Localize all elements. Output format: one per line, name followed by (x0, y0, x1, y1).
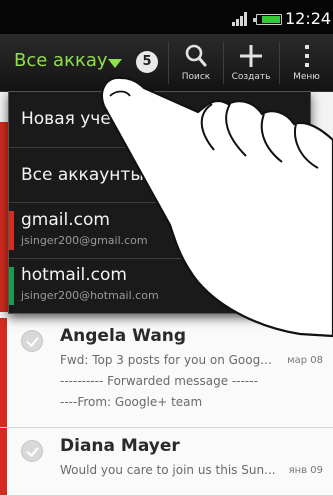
email-body-line: ---------- Forwarded message ------ (60, 374, 258, 388)
select-checkbox-icon[interactable] (21, 330, 43, 352)
account-color-marker (9, 211, 14, 250)
search-button[interactable]: Поиск (170, 34, 222, 92)
search-icon (185, 44, 207, 67)
dropdown-item-label: Все аккаунты (21, 165, 144, 185)
search-button-label: Поиск (181, 72, 211, 82)
email-row[interactable]: Angela Wang Fwd: Top 3 posts for you on … (0, 318, 333, 428)
divider (168, 42, 169, 84)
action-bar: Все аккау 5 Поиск Создать Меню (0, 34, 333, 92)
account-stripe (0, 318, 7, 427)
dropdown-item-label: Новая учетная запись (21, 109, 219, 129)
dropdown-item-all-accounts[interactable]: Все аккаунты (9, 148, 310, 203)
menu-button-label: Меню (293, 72, 320, 82)
dropdown-item-email: jsinger200@gmail.com (21, 234, 148, 247)
email-body-line: ----From: Google+ team (60, 395, 203, 409)
email-sender: Angela Wang (60, 326, 187, 346)
account-color-marker (9, 267, 14, 305)
status-bar: 12:24 (0, 0, 333, 34)
account-stripe (0, 122, 8, 312)
compose-button[interactable]: Создать (224, 34, 278, 92)
dropdown-caret-icon (108, 59, 122, 68)
email-row[interactable]: Diana Mayer Would you care to join us th… (0, 428, 333, 496)
email-sender: Diana Mayer (60, 436, 180, 456)
email-date: мар 08 (287, 355, 323, 366)
dropdown-item-new-account[interactable]: Новая учетная запись (9, 92, 310, 148)
battery-icon (253, 14, 282, 25)
dropdown-item-label: hotmail.com (21, 265, 127, 285)
account-stripe (0, 428, 7, 495)
signal-icon (232, 12, 248, 26)
menu-button[interactable]: Меню (280, 34, 333, 92)
status-time: 12:24 (285, 9, 332, 28)
select-checkbox-icon[interactable] (21, 440, 43, 462)
unread-count-badge: 5 (136, 51, 158, 73)
email-date: янв 09 (288, 465, 323, 476)
account-dropdown: Новая учетная запись Все аккаунты gmail.… (8, 91, 311, 314)
dropdown-item-gmail[interactable]: gmail.com jsinger200@gmail.com (9, 203, 310, 259)
plus-icon (240, 45, 262, 67)
dropdown-item-label: gmail.com (21, 210, 110, 230)
email-preview: Fwd: Top 3 posts for you on Goog... (60, 353, 272, 367)
compose-button-label: Создать (231, 72, 271, 82)
email-date-fragment: 08 (310, 154, 323, 165)
dropdown-item-hotmail[interactable]: hotmail.com jsinger200@hotmail.com (9, 259, 310, 313)
menu-icon (304, 45, 309, 67)
account-selector-label: Все аккау (14, 50, 108, 71)
email-preview: Would you care to join us this Sun... (60, 463, 276, 477)
account-selector[interactable]: Все аккау 5 (0, 34, 164, 92)
dropdown-item-email: jsinger200@hotmail.com (21, 289, 159, 302)
